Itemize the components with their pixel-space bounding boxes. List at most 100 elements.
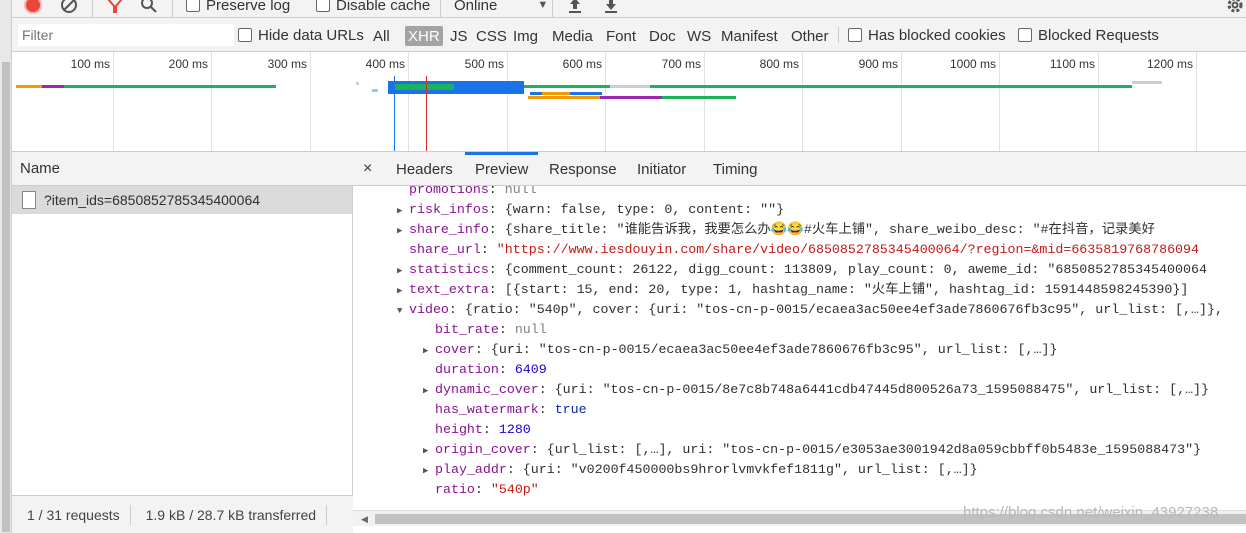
json-key: promotions [409, 186, 489, 197]
json-property[interactable]: ▶ text_extra: [{start: 15, end: 20, type:… [397, 280, 1188, 300]
json-key: statistics [409, 262, 489, 277]
timeline-tick-label: 100 ms [70, 57, 110, 71]
download-icon [605, 0, 617, 13]
json-property[interactable]: ▶ statistics: {comment_count: 26122, digg… [397, 260, 1207, 280]
left-scroll-strip [0, 0, 12, 533]
expand-arrow-icon[interactable]: ▶ [423, 461, 433, 481]
collapse-arrow-icon[interactable]: ▼ [397, 301, 407, 321]
overview-timeline[interactable]: 100 ms 200 ms 300 ms 400 ms 500 ms 600 m… [12, 52, 1246, 152]
timeline-gridline [605, 52, 606, 151]
toolbar-divider [172, 0, 173, 17]
json-value: {uri: "tos-cn-p-0015/8e7c8b748a6441cdb47… [554, 382, 1210, 397]
type-filter-other[interactable]: Other [788, 26, 832, 46]
clear-button[interactable] [60, 0, 78, 16]
json-value: {warn: false, type: 0, content: ""} [504, 202, 785, 217]
tab-preview[interactable]: Preview [464, 152, 539, 186]
close-icon[interactable]: × [363, 152, 372, 186]
json-key: bit_rate [435, 322, 499, 337]
record-button[interactable] [24, 0, 42, 16]
filter-divider [838, 27, 839, 43]
type-filter-css[interactable]: CSS [473, 26, 510, 46]
type-filter-manifest[interactable]: Manifest [718, 26, 781, 46]
hide-data-urls-label: Hide data URLs [258, 26, 364, 44]
checkbox-icon [316, 0, 330, 12]
json-property: share_url: "https://www.iesdouyin.com/sh… [409, 242, 1199, 257]
request-count: 1 / 31 requests [27, 506, 120, 523]
json-property[interactable]: ▶ risk_infos: {warn: false, type: 0, cont… [397, 200, 784, 220]
filter-icon [107, 0, 123, 13]
has-blocked-cookies-checkbox[interactable]: Has blocked cookies [848, 18, 1006, 52]
request-row[interactable]: ?item_ids=6850852785345400064 [12, 186, 352, 214]
expand-arrow-icon[interactable]: ▶ [423, 381, 433, 401]
waterfall-bar [372, 89, 378, 92]
json-value: 1280 [498, 422, 531, 437]
filter-bar: Hide data URLs All XHR JS CSS Img Media … [12, 18, 1246, 52]
json-property[interactable]: ▶ play_addr: {uri: "v0200f450000bs9hrorlv… [423, 460, 978, 480]
json-property: promotions: null [409, 186, 537, 200]
filter-input[interactable] [18, 24, 234, 46]
json-property[interactable]: ▶ share_info: {share_title: "谁能告诉我，我要怎么办😂… [397, 220, 1155, 240]
tab-headers[interactable]: Headers [396, 152, 453, 186]
type-filter-media[interactable]: Media [549, 26, 596, 46]
json-key: play_addr [435, 462, 507, 477]
type-filter-ws[interactable]: WS [684, 26, 714, 46]
timeline-tick-label: 900 ms [858, 57, 898, 71]
search-icon [141, 0, 157, 13]
expand-arrow-icon[interactable]: ▶ [423, 441, 433, 461]
timeline-tick-label: 400 ms [365, 57, 405, 71]
timeline-gridline [1196, 52, 1197, 151]
hide-data-urls-checkbox[interactable]: Hide data URLs [238, 18, 364, 52]
json-key: height [435, 422, 483, 437]
settings-button[interactable] [1226, 0, 1244, 16]
json-property[interactable]: ▶ dynamic_cover: {uri: "tos-cn-p-0015/8e7… [423, 380, 1209, 400]
type-filter-xhr[interactable]: XHR [405, 26, 443, 46]
json-property: has_watermark: true [435, 402, 587, 417]
expand-arrow-icon[interactable]: ▶ [423, 341, 433, 361]
json-key: origin_cover [435, 442, 531, 457]
tab-response[interactable]: Response [549, 152, 617, 186]
waterfall-bar [528, 96, 600, 99]
type-filter-all[interactable]: All [370, 26, 393, 46]
import-har-button[interactable] [567, 0, 583, 16]
disable-cache-checkbox[interactable]: Disable cache [316, 0, 430, 16]
filter-toggle-button[interactable] [106, 0, 124, 16]
search-button[interactable] [140, 0, 158, 16]
checkbox-icon [848, 28, 862, 42]
timeline-tick-label: 500 ms [464, 57, 504, 71]
json-property[interactable]: ▶ cover: {uri: "tos-cn-p-0015/ecaea3ac50e… [423, 340, 1057, 360]
name-column-header[interactable]: Name [12, 152, 353, 186]
expand-arrow-icon[interactable]: ▶ [397, 281, 407, 301]
json-key: cover [435, 342, 475, 357]
json-key: has_watermark [435, 402, 539, 417]
json-property[interactable]: ▶ origin_cover: {url_list: [,…], uri: "to… [423, 440, 1201, 460]
tab-initiator[interactable]: Initiator [637, 152, 686, 186]
timeline-gridline [1098, 52, 1099, 151]
waterfall-bar [42, 85, 64, 88]
preserve-log-checkbox[interactable]: Preserve log [186, 0, 290, 16]
preserve-log-label: Preserve log [206, 0, 291, 14]
type-filter-doc[interactable]: Doc [646, 26, 679, 46]
checkbox-icon [1018, 28, 1032, 42]
throttling-select[interactable]: Online ▼ [454, 0, 548, 16]
timeline-gridline [507, 52, 508, 151]
document-icon [22, 191, 36, 209]
json-key: risk_infos [409, 202, 489, 217]
type-filter-font[interactable]: Font [603, 26, 639, 46]
expand-arrow-icon[interactable]: ▶ [397, 201, 407, 221]
blocked-requests-checkbox[interactable]: Blocked Requests [1018, 18, 1159, 52]
dom-content-loaded-marker [394, 76, 395, 151]
status-divider [326, 504, 328, 525]
timeline-tick-label: 800 ms [759, 57, 799, 71]
type-filter-js[interactable]: JS [447, 26, 471, 46]
scroll-left-icon[interactable]: ◀ [361, 514, 368, 525]
expand-arrow-icon[interactable]: ▶ [397, 261, 407, 281]
tab-timing[interactable]: Timing [713, 152, 757, 186]
json-value: null [514, 322, 547, 337]
type-filter-img[interactable]: Img [510, 26, 541, 46]
timeline-tick-label: 1000 ms [949, 57, 996, 71]
left-scroll-thumb[interactable] [2, 62, 10, 532]
json-property[interactable]: ▼ video: {ratio: "540p", cover: {uri: "to… [397, 300, 1223, 320]
json-key: text_extra [409, 282, 489, 297]
export-har-button[interactable] [603, 0, 619, 16]
expand-arrow-icon[interactable]: ▶ [397, 221, 407, 241]
